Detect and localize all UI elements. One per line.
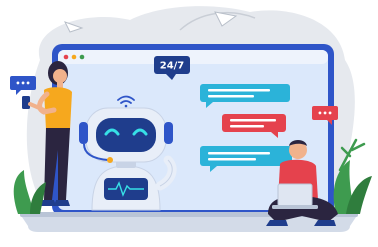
window-dot-green (79, 54, 85, 60)
speech-dots-left: ••• (15, 79, 30, 88)
window-dot-red (63, 54, 69, 60)
speech-dots-right: ••• (317, 109, 332, 118)
robot-icon (79, 95, 177, 211)
window-dot-yellow (71, 54, 77, 60)
badge-label: 24/7 (160, 61, 185, 72)
customer-support-illustration: 24/7 ••• ••• (10, 6, 372, 232)
laptop-icon (272, 183, 318, 209)
